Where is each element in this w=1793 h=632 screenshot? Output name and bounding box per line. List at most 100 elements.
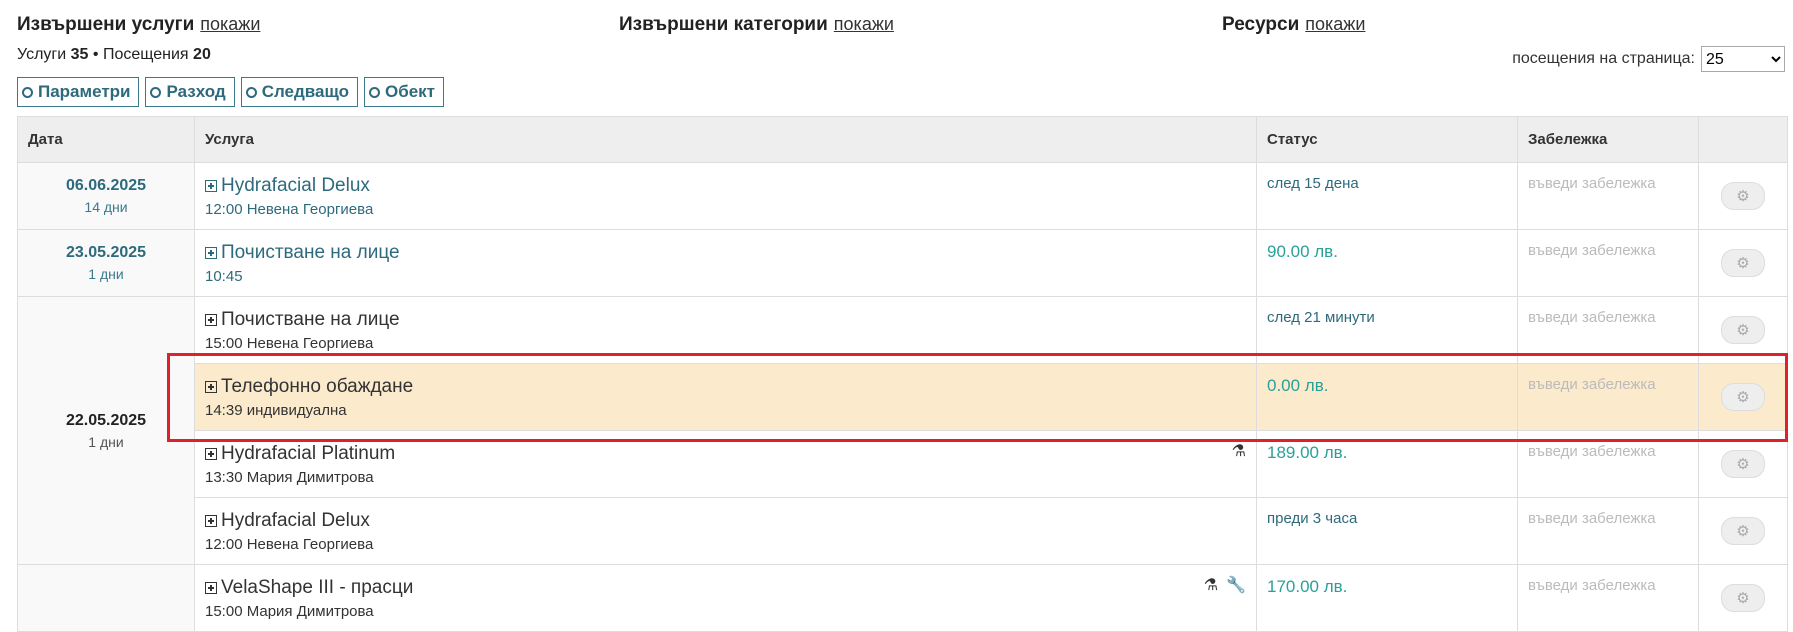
action-cell: ⚙ [1698, 497, 1788, 565]
date-cell: 22.05.2025 1 дни [17, 296, 195, 565]
service-details: 12:00 Невена Георгиева [205, 201, 374, 218]
show-services-link[interactable]: покажи [200, 14, 260, 34]
expand-plus-icon[interactable] [205, 515, 217, 527]
service-details: 14:39 индивидуална [205, 402, 347, 419]
note-cell: въведи забележка [1517, 363, 1699, 431]
status-cell: след 21 минути [1256, 296, 1518, 364]
note-input[interactable]: въведи забележка [1528, 163, 1688, 192]
column-header-note[interactable]: Забележка [1517, 116, 1699, 163]
note-input[interactable]: въведи забележка [1528, 565, 1688, 594]
expand-plus-icon[interactable] [205, 180, 217, 192]
table-row: Hydrafacial Delux 12:00 Невена Георгиева… [18, 497, 1788, 565]
service-name[interactable]: Hydrafacial Delux [221, 510, 370, 532]
summary-counts: Услуги 35 • Посещения 20 [17, 46, 211, 63]
table-row: 22.05.2025 1 дни Почистване на лице 15:0… [17, 296, 1788, 565]
table-row: 06.06.2025 14 дни Hydrafacial Delux 12:0… [17, 162, 1788, 230]
section-header: Извършени услуги покажи Извършени категор… [17, 14, 1777, 44]
row-settings-button[interactable]: ⚙ [1721, 383, 1765, 411]
row-settings-button[interactable]: ⚙ [1721, 316, 1765, 344]
date-cell: 06.06.2025 14 дни [17, 162, 195, 230]
table-header-row: Дата Услуга Статус Забележка [17, 116, 1788, 163]
filter-object-button[interactable]: Обект [364, 77, 445, 107]
service-cell: Hydrafacial Delux 12:00 Невена Георгиева [194, 162, 1257, 230]
visit-date[interactable]: 23.05.2025 [28, 244, 184, 262]
visit-date[interactable]: 06.06.2025 [28, 177, 184, 195]
flask-icon: ⚗ [1231, 443, 1246, 460]
column-header-date[interactable]: Дата [17, 116, 195, 163]
service-cell: Почистване на лице 10:45 [194, 229, 1257, 297]
gear-icon: ⚙ [1736, 255, 1750, 272]
table-row-highlighted: Телефонно обаждане 14:39 индивидуална 0.… [18, 363, 1788, 431]
services-count: 35 [70, 46, 89, 63]
per-page-select[interactable]: 25 [1701, 46, 1785, 72]
status-cell: 189.00 лв. [1256, 430, 1518, 498]
gear-icon: ⚙ [1736, 322, 1750, 339]
filter-next-button[interactable]: Следващо [240, 77, 358, 107]
note-input[interactable]: въведи забележка [1528, 230, 1688, 259]
note-cell: въведи забележка [1517, 296, 1699, 364]
note-cell: въведи забележка [1517, 162, 1699, 230]
gear-icon: ⚙ [1736, 389, 1750, 406]
show-categories-link[interactable]: покажи [834, 14, 894, 34]
note-cell: въведи забележка [1517, 564, 1699, 632]
expand-plus-icon[interactable] [205, 582, 217, 594]
column-header-service[interactable]: Услуга [194, 116, 1257, 163]
row-settings-button[interactable]: ⚙ [1721, 584, 1765, 612]
date-cell: 23.05.2025 1 дни [17, 229, 195, 297]
expand-plus-icon[interactable] [205, 247, 217, 259]
action-cell: ⚙ [1698, 229, 1788, 297]
note-input[interactable]: въведи забележка [1528, 498, 1688, 527]
note-input[interactable]: въведи забележка [1528, 431, 1688, 460]
note-input[interactable]: въведи забележка [1528, 364, 1688, 393]
radio-circle-icon [150, 86, 162, 98]
column-header-status[interactable]: Статус [1256, 116, 1518, 163]
action-cell: ⚙ [1698, 363, 1788, 431]
status-cell: след 15 дена [1256, 162, 1518, 230]
flask-icon: ⚗ [1203, 577, 1219, 594]
radio-circle-icon [369, 86, 380, 98]
service-name[interactable]: Почистване на лице [221, 242, 400, 264]
resources-section-title: Ресурси покажи [1222, 14, 1366, 35]
expand-plus-icon[interactable] [205, 314, 217, 326]
column-header-actions [1698, 116, 1788, 163]
radio-circle-icon [22, 86, 33, 98]
show-resources-link[interactable]: покажи [1305, 14, 1365, 34]
note-cell: въведи забележка [1517, 497, 1699, 565]
row-settings-button[interactable]: ⚙ [1721, 450, 1765, 478]
status-cell: 0.00 лв. [1256, 363, 1518, 431]
status-amount: 170.00 лв. [1267, 577, 1348, 596]
note-input[interactable]: въведи забележка [1528, 297, 1688, 326]
service-name[interactable]: Hydrafacial Platinum [221, 443, 395, 465]
service-name[interactable]: Hydrafacial Delux [221, 175, 370, 197]
status-cell: преди 3 часа [1256, 497, 1518, 565]
visit-date[interactable]: 22.05.2025 [28, 412, 184, 430]
status-cell: 170.00 лв. [1256, 564, 1518, 632]
filter-parameters-button[interactable]: Параметри [17, 77, 140, 107]
row-settings-button[interactable]: ⚙ [1721, 249, 1765, 277]
categories-section-title: Извършени категории покажи [619, 14, 894, 35]
status-amount: 90.00 лв. [1267, 242, 1338, 261]
visits-table: Дата Услуга Статус Забележка 06.06.2025 … [17, 116, 1788, 632]
filter-expense-button[interactable]: Разход [145, 77, 235, 107]
service-name[interactable]: Телефонно обаждане [221, 376, 413, 398]
row-settings-button[interactable]: ⚙ [1721, 517, 1765, 545]
status-cell: 90.00 лв. [1256, 229, 1518, 297]
status-text: след 15 дена [1267, 175, 1359, 192]
service-cell: Почистване на лице 15:00 Невена Георгиев… [194, 296, 1257, 364]
status-text: след 21 минути [1267, 309, 1375, 326]
service-cell: Hydrafacial Delux 12:00 Невена Георгиева [194, 497, 1257, 565]
service-name[interactable]: VelaShape III - прасци [221, 577, 413, 599]
expand-plus-icon[interactable] [205, 448, 217, 460]
service-details: 12:00 Невена Георгиева [205, 536, 374, 553]
wrench-icon: 🔧 [1226, 577, 1246, 594]
status-amount: 189.00 лв. [1267, 443, 1348, 462]
row-settings-button[interactable]: ⚙ [1721, 182, 1765, 210]
service-cell: Hydrafacial Platinum 13:30 Мария Димитро… [194, 430, 1257, 498]
visit-days-ago: 14 дни [84, 199, 128, 215]
service-cell: VelaShape III - прасци 15:00 Мария Димит… [194, 564, 1257, 632]
service-name[interactable]: Почистване на лице [221, 309, 400, 331]
visit-days-ago: 1 дни [88, 433, 124, 450]
action-cell: ⚙ [1698, 564, 1788, 632]
service-details: 10:45 [205, 268, 243, 285]
expand-plus-icon[interactable] [205, 381, 217, 393]
